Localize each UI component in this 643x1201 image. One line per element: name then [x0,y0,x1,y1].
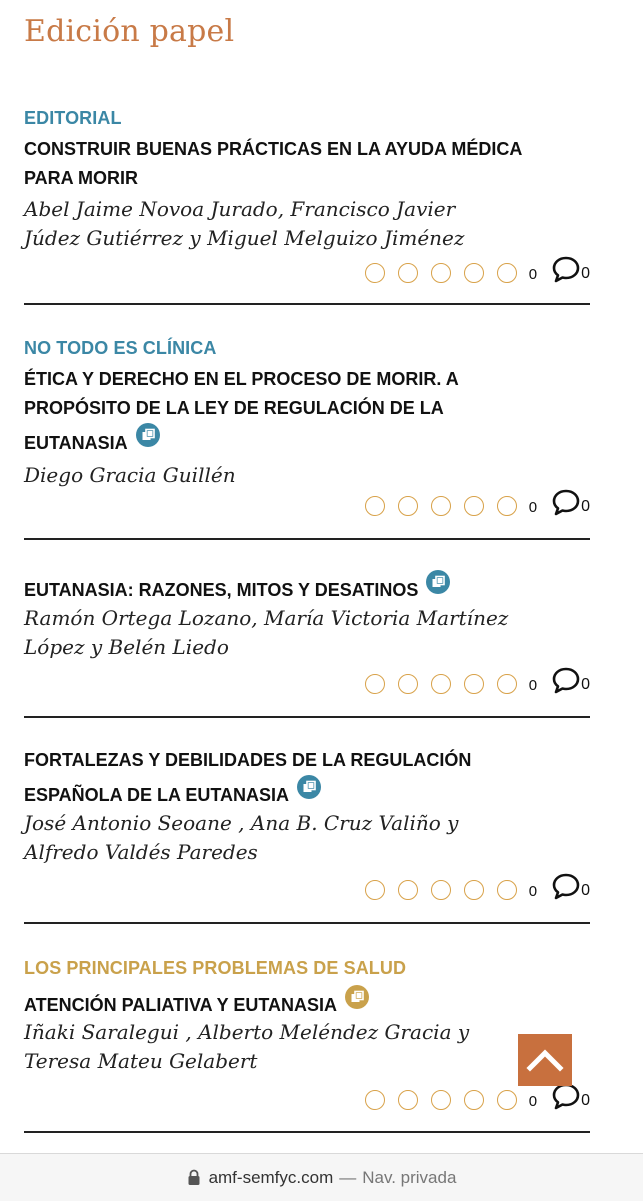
rating-count: 0 [528,883,538,900]
lock-icon [188,1169,200,1185]
rating-star-icon[interactable] [430,880,451,900]
rating-star-icon[interactable] [463,496,484,516]
rating-star-icon[interactable] [364,263,385,283]
article-item: EDITORIAL CONSTRUIR BUENAS PRÁCTICAS EN … [24,108,590,305]
rating-star-icon[interactable] [496,496,517,516]
rating-star-icon[interactable] [397,674,418,694]
rating-star-icon[interactable] [397,1090,418,1110]
comment-bubble-icon [552,256,580,283]
divider [24,716,590,718]
rating-star-icon[interactable] [496,674,517,694]
rating-star-icon[interactable] [496,263,517,283]
comment-count: 0 [581,265,590,282]
article-section-label[interactable]: EDITORIAL [24,108,590,129]
url-domain: amf-semfyc.com [208,1167,334,1187]
rating-star-icon[interactable] [463,674,484,694]
rating-star-icon[interactable] [463,1090,484,1110]
rating-count: 0 [528,499,538,516]
open-access-icon[interactable] [426,570,451,594]
rating-star-icon[interactable] [430,1090,451,1110]
rating-star-icon[interactable] [463,263,484,283]
rating-star-icon[interactable] [430,496,451,516]
rating-star-icon[interactable] [364,496,385,516]
rating-star-icon[interactable] [430,674,451,694]
divider [24,1131,590,1133]
article-authors: Iñaki Saralegui , Alberto Meléndez Graci… [24,1020,470,1073]
rating-star-icon[interactable] [496,880,517,900]
open-access-icon[interactable] [135,423,160,447]
comments-link[interactable]: 0 [551,255,590,283]
rating-row: 0 0 [364,1082,590,1110]
rating-row: 0 0 [364,255,590,283]
article-title[interactable]: EUTANASIA: RAZONES, MITOS Y DESATINOS [24,570,590,608]
comment-bubble-icon [552,1083,580,1110]
rating-star-icon[interactable] [364,674,385,694]
open-access-icon[interactable] [345,985,370,1009]
browser-url-bar[interactable]: amf-semfyc.com — Nav. privada [0,1153,643,1201]
private-mode-label: Nav. privada [362,1167,457,1187]
comments-link[interactable]: 0 [551,666,590,694]
article-authors: Ramón Ortega Lozano, María Victoria Mart… [24,606,509,659]
rating-star-icon[interactable] [430,263,451,283]
comments-link[interactable]: 0 [551,1082,590,1110]
rating-star-icon[interactable] [463,880,484,900]
rating-row: 0 0 [364,666,590,694]
page-title: Edición papel [24,14,235,49]
article-title[interactable]: CONSTRUIR BUENAS PRÁCTICAS EN LA AYUDA M… [24,135,590,193]
article-section-label[interactable]: NO TODO ES CLÍNICA [24,338,590,359]
chevron-up-icon [526,1049,564,1072]
article-item: LOS PRINCIPALES PROBLEMAS DE SALUD ATENC… [24,958,590,1133]
rating-row: 0 0 [364,872,590,900]
scroll-to-top-button[interactable] [518,1034,572,1086]
comment-count: 0 [581,882,590,899]
article-authors: Abel Jaime Novoa Jurado, Francisco Javie… [24,197,465,250]
article-section-label[interactable]: LOS PRINCIPALES PROBLEMAS DE SALUD [24,958,590,979]
url-separator: — [339,1167,357,1187]
comment-count: 0 [581,676,590,693]
open-access-icon[interactable] [297,775,322,799]
article-item: FORTALEZAS Y DEBILIDADES DE LA REGULACIÓ… [24,746,590,924]
rating-star-icon[interactable] [364,1090,385,1110]
comments-link[interactable]: 0 [551,488,590,516]
article-title[interactable]: FORTALEZAS Y DEBILIDADES DE LA REGULACIÓ… [24,746,590,813]
divider [24,922,590,924]
rating-count: 0 [528,677,538,694]
article-item: EUTANASIA: RAZONES, MITOS Y DESATINOS Ra… [24,570,590,718]
article-authors: José Antonio Seoane , Ana B. Cruz Valiño… [24,811,459,864]
rating-count: 0 [528,1093,538,1110]
comment-count: 0 [581,1092,590,1109]
comment-bubble-icon [552,667,580,694]
rating-star-icon[interactable] [496,1090,517,1110]
divider [24,538,590,540]
comments-link[interactable]: 0 [551,872,590,900]
article-item: NO TODO ES CLÍNICA ÉTICA Y DERECHO EN EL… [24,338,590,540]
article-title[interactable]: ÉTICA Y DERECHO EN EL PROCESO DE MORIR. … [24,365,590,461]
article-title[interactable]: ATENCIÓN PALIATIVA Y EUTANASIA [24,985,590,1022]
comment-count: 0 [581,498,590,515]
article-authors: Diego Gracia Guillén [24,463,236,487]
rating-star-icon[interactable] [397,880,418,900]
rating-star-icon[interactable] [397,496,418,516]
rating-star-icon[interactable] [397,263,418,283]
rating-count: 0 [528,266,538,283]
divider [24,303,590,305]
rating-row: 0 0 [364,488,590,516]
comment-bubble-icon [552,873,580,900]
comment-bubble-icon [552,489,580,516]
rating-star-icon[interactable] [364,880,385,900]
